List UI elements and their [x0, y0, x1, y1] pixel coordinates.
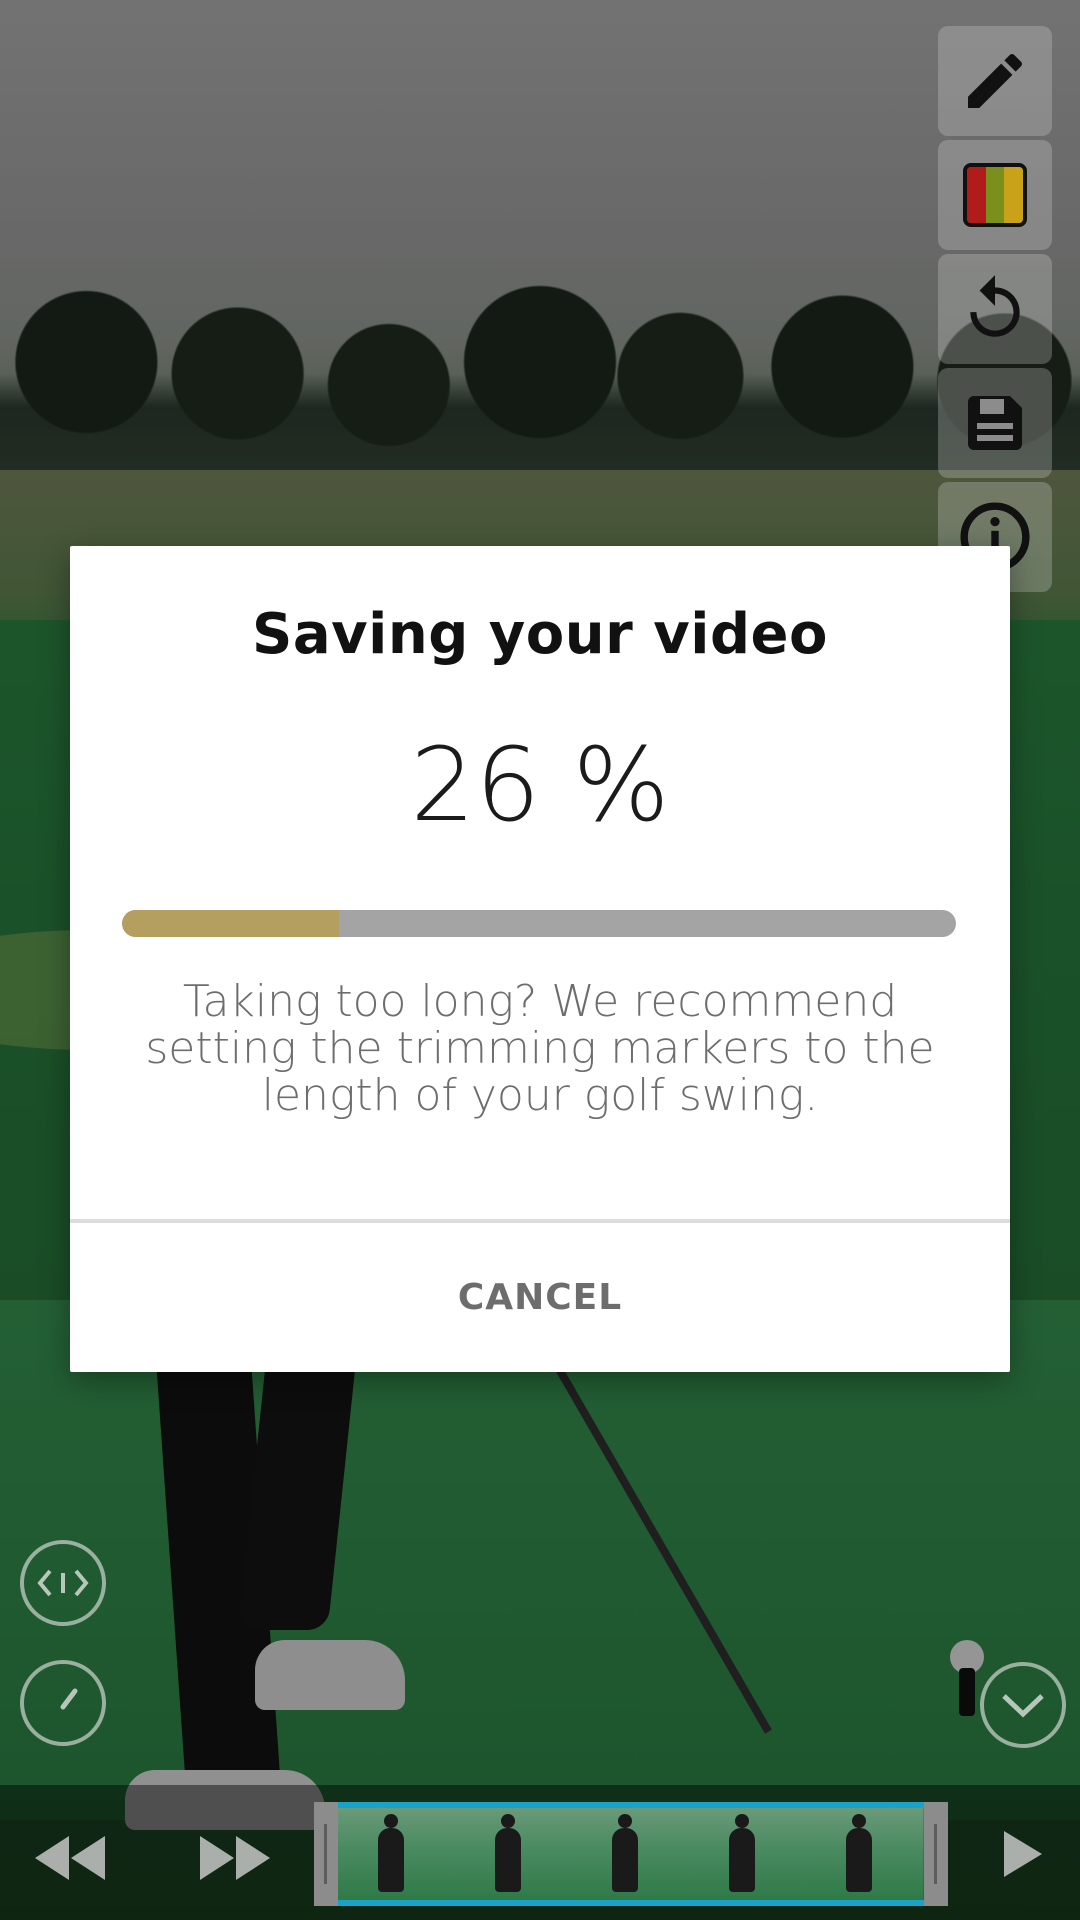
- expand-button[interactable]: [980, 1662, 1066, 1748]
- progress-bar: [122, 910, 956, 937]
- color-swatch-icon: [963, 163, 1027, 227]
- timeline-frames: [338, 1802, 924, 1906]
- save-icon: [968, 396, 1022, 450]
- chevron-down-icon: [1002, 1694, 1044, 1718]
- timeline-frame: [338, 1808, 456, 1900]
- drawing-toolbar: [938, 26, 1052, 596]
- color-picker-button[interactable]: [938, 140, 1052, 250]
- cancel-button[interactable]: CANCEL: [70, 1223, 1010, 1372]
- pencil-icon: [968, 53, 1023, 108]
- pencil-button[interactable]: [938, 26, 1052, 136]
- speedometer-icon: [60, 1688, 78, 1710]
- timeline-frame: [806, 1808, 924, 1900]
- undo-button[interactable]: [938, 254, 1052, 364]
- save-button[interactable]: [938, 368, 1052, 478]
- fast-forward-button[interactable]: [195, 1828, 275, 1888]
- progress-bar-fill: [122, 910, 339, 937]
- play-button[interactable]: [992, 1824, 1052, 1884]
- timeline-frame: [572, 1808, 690, 1900]
- speed-button[interactable]: [20, 1660, 106, 1746]
- trim-handle-start[interactable]: [314, 1802, 338, 1906]
- trim-handle-end[interactable]: [924, 1802, 948, 1906]
- undo-icon: [970, 275, 1020, 337]
- rewind-icon: [35, 1836, 105, 1880]
- fast-forward-icon: [200, 1836, 270, 1880]
- playback-bar: [0, 1785, 1080, 1920]
- dialog-title: Saving your video: [252, 602, 828, 667]
- saving-dialog: Saving your video 26 % Taking too long? …: [70, 546, 1010, 1372]
- trim-button[interactable]: [20, 1540, 106, 1626]
- code-brackets-icon: [37, 1569, 89, 1597]
- rewind-button[interactable]: [30, 1828, 110, 1888]
- timeline-frame: [455, 1808, 573, 1900]
- timeline-strip[interactable]: [314, 1802, 948, 1906]
- progress-percent: 26 %: [410, 726, 670, 845]
- timeline-frame: [689, 1808, 807, 1900]
- dialog-message: Taking too long? We recommend setting th…: [145, 976, 935, 1121]
- play-icon: [1004, 1831, 1042, 1877]
